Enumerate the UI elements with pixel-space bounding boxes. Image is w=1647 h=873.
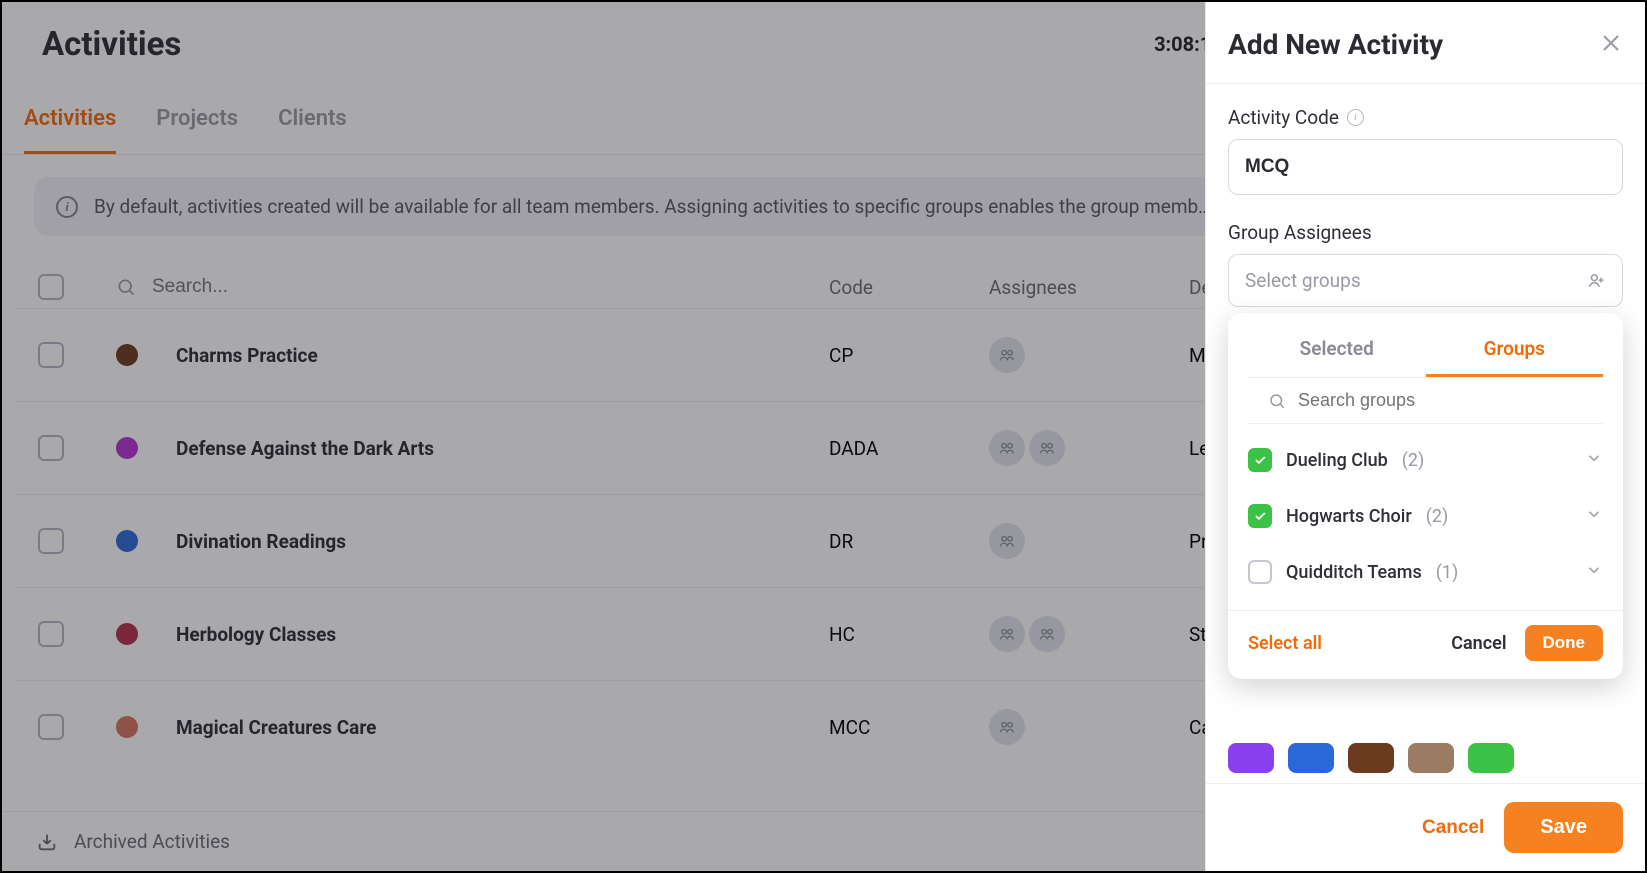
dropdown-cancel[interactable]: Cancel bbox=[1451, 633, 1506, 654]
dropdown-tab-groups[interactable]: Groups bbox=[1426, 323, 1604, 377]
dropdown-done[interactable]: Done bbox=[1525, 625, 1604, 661]
color-swatch[interactable] bbox=[1468, 743, 1514, 773]
group-assignees-label: Group Assignees bbox=[1228, 221, 1372, 244]
group-checkbox[interactable] bbox=[1248, 504, 1272, 528]
group-option[interactable]: Hogwarts Choir (2) bbox=[1248, 488, 1603, 544]
add-user-icon bbox=[1586, 271, 1606, 291]
group-name: Hogwarts Choir bbox=[1286, 506, 1412, 527]
chevron-down-icon[interactable] bbox=[1585, 505, 1603, 528]
close-icon bbox=[1599, 31, 1623, 55]
group-count: (1) bbox=[1436, 562, 1459, 583]
color-swatch[interactable] bbox=[1348, 743, 1394, 773]
select-all-link[interactable]: Select all bbox=[1248, 633, 1433, 654]
group-option[interactable]: Quidditch Teams (1) bbox=[1248, 544, 1603, 600]
panel-title: Add New Activity bbox=[1228, 28, 1443, 61]
panel-cancel-button[interactable]: Cancel bbox=[1422, 817, 1484, 839]
search-icon bbox=[1268, 392, 1286, 410]
groups-dropdown: Selected Groups Dueling Club(2)Hogwarts … bbox=[1228, 313, 1623, 679]
group-name: Dueling Club bbox=[1286, 450, 1388, 471]
group-option[interactable]: Dueling Club (2) bbox=[1248, 432, 1603, 488]
color-swatch[interactable] bbox=[1228, 743, 1274, 773]
info-icon: i bbox=[1347, 109, 1364, 126]
group-checkbox[interactable] bbox=[1248, 448, 1272, 472]
close-button[interactable] bbox=[1599, 31, 1623, 59]
color-swatch[interactable] bbox=[1408, 743, 1454, 773]
group-count: (2) bbox=[1426, 506, 1449, 527]
group-select-placeholder: Select groups bbox=[1245, 269, 1361, 292]
dropdown-tab-selected[interactable]: Selected bbox=[1248, 323, 1426, 377]
group-count: (2) bbox=[1402, 450, 1425, 471]
group-select[interactable]: Select groups bbox=[1228, 254, 1623, 307]
group-search-input[interactable] bbox=[1298, 390, 1583, 411]
activity-code-input[interactable] bbox=[1228, 139, 1623, 195]
chevron-down-icon[interactable] bbox=[1585, 561, 1603, 584]
activity-code-label: Activity Code bbox=[1228, 106, 1339, 129]
add-activity-panel: Add New Activity Activity Code i Group A… bbox=[1205, 2, 1645, 871]
color-swatch[interactable] bbox=[1288, 743, 1334, 773]
panel-save-button[interactable]: Save bbox=[1504, 802, 1623, 853]
group-name: Quidditch Teams bbox=[1286, 562, 1422, 583]
group-checkbox[interactable] bbox=[1248, 560, 1272, 584]
chevron-down-icon[interactable] bbox=[1585, 449, 1603, 472]
